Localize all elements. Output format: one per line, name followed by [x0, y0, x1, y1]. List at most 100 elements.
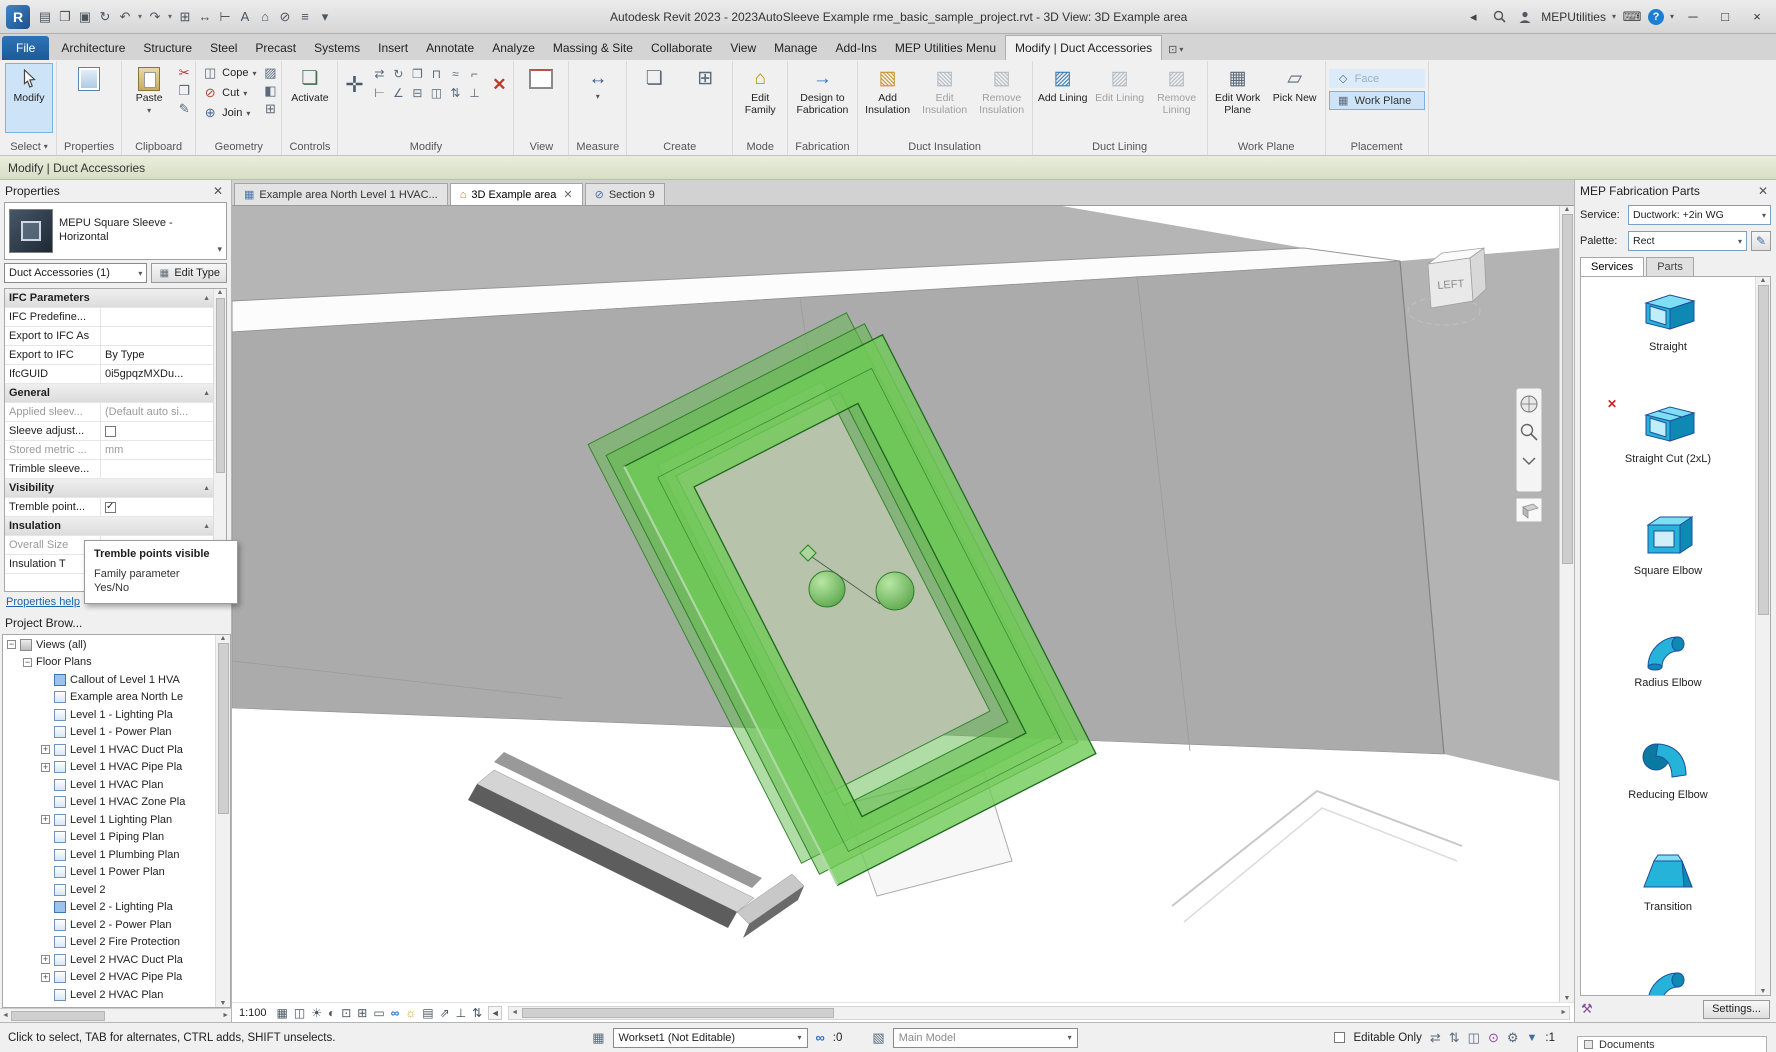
demolish-icon[interactable]: ◧ — [262, 83, 278, 99]
ribbon-tab[interactable]: Precast — [246, 36, 305, 60]
parameter-row[interactable]: Insulation — [5, 517, 226, 536]
revit-logo-icon[interactable]: R — [6, 4, 30, 29]
expand-box-icon[interactable]: + — [41, 955, 50, 965]
browser-view-item[interactable]: + Example area North Le — [3, 689, 215, 707]
create-similar-button[interactable]: ❏ — [630, 63, 678, 133]
cut-geometry-button[interactable]: ⊘ Cut ▾ — [199, 83, 259, 103]
cope-button[interactable]: ◫ Cope ▾ — [199, 63, 259, 83]
copy-to-clipboard-icon[interactable]: ❐ — [176, 83, 192, 99]
scroll-left-button[interactable]: ◄ — [488, 1005, 503, 1020]
visual-style-icon[interactable]: ◫ — [294, 1006, 305, 1020]
parameter-row[interactable]: Applied sleev... (Default auto si... — [5, 403, 226, 422]
ribbon-tab[interactable]: Systems — [305, 36, 369, 60]
paste-button[interactable]: Paste ▾ — [125, 63, 173, 133]
ribbon-tab[interactable]: Annotate — [417, 36, 483, 60]
ribbon-tab[interactable]: Add-Ins — [826, 36, 885, 60]
settings-button[interactable]: Settings... — [1703, 999, 1770, 1019]
browser-folder-floor-plans[interactable]: − Floor Plans — [3, 654, 215, 672]
split-face-icon[interactable]: ⊞ — [262, 101, 278, 117]
tab-parts[interactable]: Parts — [1646, 257, 1694, 276]
3d-viewport[interactable]: LEFT — [232, 206, 1559, 1002]
ribbon-tab[interactable]: Massing & Site — [544, 36, 642, 60]
workset-select[interactable]: Workset1 (Not Editable) ▾ — [612, 1027, 808, 1048]
show-rendering-icon[interactable]: ⊡ — [341, 1006, 351, 1020]
worksets-icon[interactable]: ▦ — [592, 1030, 604, 1046]
parameter-checkbox[interactable] — [105, 425, 116, 437]
ribbon-tab[interactable]: Modify | Duct Accessories — [1005, 35, 1163, 60]
mep-close-icon[interactable]: ✕ — [1755, 184, 1771, 198]
type-selector-caret-icon[interactable]: ▾ — [217, 244, 222, 255]
open-icon[interactable]: ❐ — [56, 7, 74, 27]
view-tab[interactable]: Section 9 — [584, 183, 665, 205]
ribbon-tab[interactable]: Structure — [134, 36, 201, 60]
parameter-row[interactable]: IFC Parameters — [5, 289, 226, 308]
browser-view-item[interactable]: + Level 1 HVAC Duct Pla — [3, 741, 215, 759]
placement-work-plane-button[interactable]: ▦ Work Plane — [1328, 91, 1425, 110]
text-icon[interactable]: A — [236, 7, 254, 27]
ribbon-tab[interactable]: Architecture — [52, 36, 134, 60]
browser-view-item[interactable]: + Level 1 - Lighting Pla — [3, 706, 215, 724]
measure-button[interactable]: ↔ ▾ — [574, 63, 622, 133]
palette-select[interactable]: Rect ▾ — [1628, 231, 1747, 251]
sleeve-grip-sphere[interactable] — [875, 571, 915, 611]
pick-new-work-plane-button[interactable]: ▱ Pick New — [1268, 63, 1322, 133]
pin-icon[interactable]: ⊟ — [409, 85, 425, 101]
print-icon[interactable]: ⊞ — [176, 7, 194, 27]
browser-view-item[interactable]: + Level 2 HVAC Plan — [3, 986, 215, 1004]
type-selector[interactable]: MEPU Square Sleeve - Horizontal ▾ — [4, 202, 227, 260]
ribbon-tab[interactable]: Steel — [201, 36, 246, 60]
expand-box-icon[interactable]: + — [41, 972, 50, 982]
canvas-hscrollbar[interactable]: ◄ ► — [508, 1005, 1570, 1020]
parameter-row[interactable]: Export to IFC By Type — [5, 346, 226, 365]
browser-view-item[interactable]: + Level 1 Power Plan — [3, 864, 215, 882]
create-group-button[interactable]: ⊞ — [681, 63, 729, 133]
ribbon-tab[interactable]: Manage — [765, 36, 826, 60]
parameter-row[interactable]: IFC Predefine... — [5, 308, 226, 327]
ribbon-tab[interactable]: Collaborate — [642, 36, 721, 60]
design-option-select[interactable]: Main Model ▾ — [892, 1027, 1078, 1048]
reveal-constraints-icon[interactable]: ⊥ — [456, 1006, 466, 1020]
keyboard-icon[interactable]: ⌨ — [1622, 7, 1642, 27]
editable-only-checkbox[interactable] — [1334, 1032, 1346, 1043]
aligned-dimension-icon[interactable]: ⊢ — [216, 7, 234, 27]
properties-help-link[interactable]: Properties help — [6, 596, 80, 608]
help-caret-icon[interactable]: ▾ — [1670, 12, 1674, 21]
category-filter-select[interactable]: Duct Accessories (1) ▾ — [4, 263, 148, 283]
part-item[interactable]: ✕ Straight Cut (2xL) — [1581, 393, 1755, 505]
parameter-row[interactable]: General — [5, 384, 226, 403]
edit-work-plane-button[interactable]: ▦ Edit Work Plane — [1211, 63, 1265, 133]
array-icon[interactable]: ⇅ — [447, 85, 463, 101]
browser-view-item[interactable]: + Level 1 - Power Plan — [3, 724, 215, 742]
sync-icon[interactable]: ↻ — [96, 7, 114, 27]
split-icon[interactable]: ⊢ — [371, 85, 387, 101]
parameter-row[interactable]: Tremble point... — [5, 498, 226, 517]
crop-view-icon[interactable]: ⊞ — [357, 1006, 367, 1020]
ribbon-tab[interactable]: MEP Utilities Menu — [886, 36, 1005, 60]
measure-icon[interactable]: ↔ — [196, 7, 214, 27]
activate-controls-button[interactable]: ❏ Activate — [286, 63, 334, 133]
part-item[interactable]: Transition — [1581, 841, 1755, 953]
angle-icon[interactable]: ∠ — [390, 85, 406, 101]
ribbon-tab[interactable]: Insert — [369, 36, 417, 60]
view-tab[interactable]: Example area North Level 1 HVAC... — [234, 183, 448, 205]
scale-icon[interactable]: ⊥ — [466, 85, 482, 101]
browser-view-item[interactable]: + Level 2 HVAC Pipe Pla — [3, 969, 215, 987]
user-icon[interactable] — [1515, 7, 1535, 27]
user-account-button[interactable]: MEPUtilities — [1541, 10, 1606, 24]
rotate-icon[interactable]: ↻ — [390, 66, 406, 82]
add-lining-button[interactable]: ▨ Add Lining — [1036, 63, 1090, 133]
save-icon[interactable]: ▣ — [76, 7, 94, 27]
edit-service-icon[interactable]: ✎ — [1751, 231, 1771, 251]
links-icon[interactable]: ◫ — [1468, 1030, 1480, 1046]
browser-view-item[interactable]: + Level 2 - Power Plan — [3, 916, 215, 934]
parts-scrollbar[interactable]: ▲ ▼ — [1755, 277, 1770, 995]
part-item[interactable]: Straight — [1581, 281, 1755, 393]
reveal-hidden-icon[interactable]: ☼ — [405, 1006, 416, 1020]
service-select[interactable]: Ductwork: +2in WG ▾ — [1628, 205, 1771, 225]
minimize-button[interactable]: ─ — [1680, 6, 1706, 28]
default-3d-view-icon[interactable]: ⌂ — [256, 7, 274, 27]
corner-trim-icon[interactable]: ⌐ — [466, 66, 482, 82]
ribbon-tab[interactable]: View — [721, 36, 765, 60]
move-icon[interactable]: ✛ — [341, 66, 367, 104]
thin-lines-icon[interactable]: ≡ — [296, 7, 314, 27]
